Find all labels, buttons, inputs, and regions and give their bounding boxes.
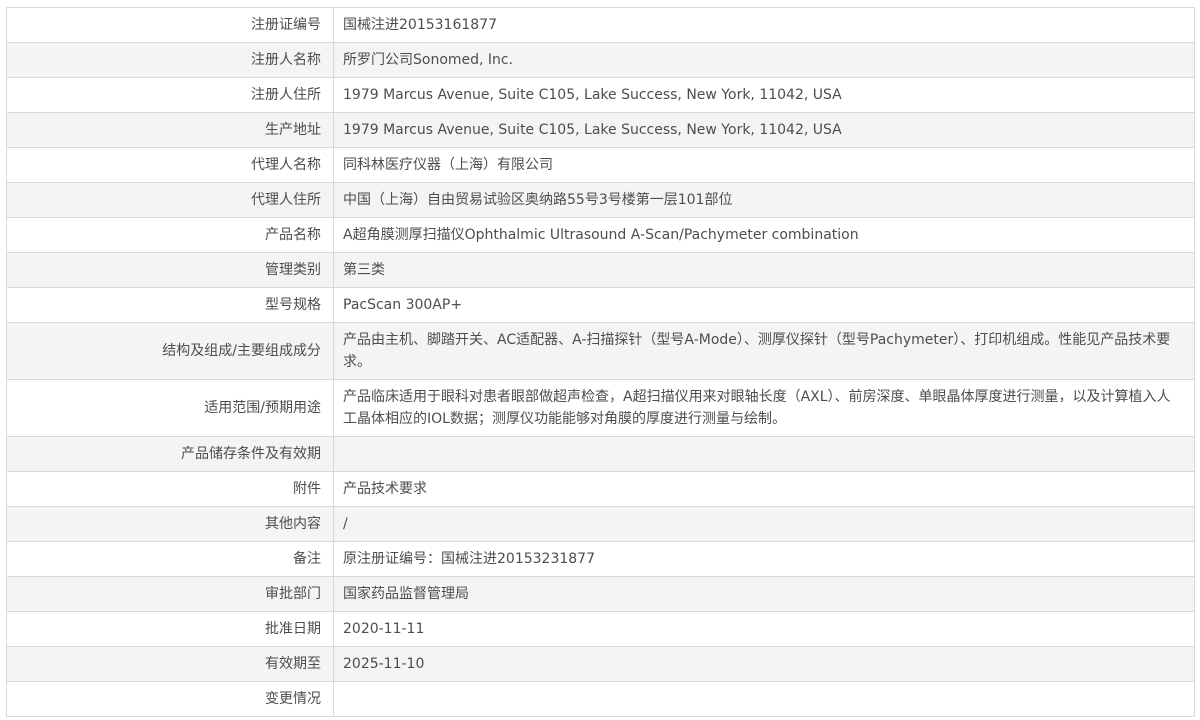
table-row: 注册证编号 国械注进20153161877 (6, 7, 1195, 43)
field-value: 1979 Marcus Avenue, Suite C105, Lake Suc… (333, 77, 1195, 113)
field-label: 型号规格 (6, 287, 334, 323)
table-row: 结构及组成/主要组成成分 产品由主机、脚踏开关、AC适配器、A-扫描探针（型号A… (6, 322, 1195, 380)
table-row: 代理人名称 同科林医疗仪器（上海）有限公司 (6, 147, 1195, 183)
field-value: 产品临床适用于眼科对患者眼部做超声检查，A超扫描仪用来对眼轴长度（AXL）、前房… (333, 379, 1195, 437)
registration-table-body: 注册证编号 国械注进20153161877 注册人名称 所罗门公司Sonomed… (6, 7, 1195, 717)
field-label: 其他内容 (6, 506, 334, 542)
field-value: 2025-11-10 (333, 646, 1195, 682)
field-label: 注册证编号 (6, 7, 334, 43)
field-label: 代理人住所 (6, 182, 334, 218)
table-row: 管理类别 第三类 (6, 252, 1195, 288)
field-value: 产品技术要求 (333, 471, 1195, 507)
field-value: 中国（上海）自由贸易试验区奥纳路55号3号楼第一层101部位 (333, 182, 1195, 218)
table-row: 变更情况 (6, 681, 1195, 717)
field-value: 国家药品监督管理局 (333, 576, 1195, 612)
field-label: 备注 (6, 541, 334, 577)
table-row: 有效期至 2025-11-10 (6, 646, 1195, 682)
table-row: 注册人住所 1979 Marcus Avenue, Suite C105, La… (6, 77, 1195, 113)
field-value: 同科林医疗仪器（上海）有限公司 (333, 147, 1195, 183)
field-value: 原注册证编号：国械注进20153231877 (333, 541, 1195, 577)
field-label: 生产地址 (6, 112, 334, 148)
field-value: 第三类 (333, 252, 1195, 288)
field-label: 有效期至 (6, 646, 334, 682)
field-label: 适用范围/预期用途 (6, 379, 334, 437)
table-row: 注册人名称 所罗门公司Sonomed, Inc. (6, 42, 1195, 78)
field-value: PacScan 300AP+ (333, 287, 1195, 323)
table-row: 代理人住所 中国（上海）自由贸易试验区奥纳路55号3号楼第一层101部位 (6, 182, 1195, 218)
field-value: 所罗门公司Sonomed, Inc. (333, 42, 1195, 78)
field-label: 产品名称 (6, 217, 334, 253)
field-label: 变更情况 (6, 681, 334, 717)
table-row: 审批部门 国家药品监督管理局 (6, 576, 1195, 612)
table-row: 型号规格 PacScan 300AP+ (6, 287, 1195, 323)
field-value: 产品由主机、脚踏开关、AC适配器、A-扫描探针（型号A-Mode）、测厚仪探针（… (333, 322, 1195, 380)
table-row: 备注 原注册证编号：国械注进20153231877 (6, 541, 1195, 577)
table-row: 批准日期 2020-11-11 (6, 611, 1195, 647)
field-label: 管理类别 (6, 252, 334, 288)
table-row: 产品储存条件及有效期 (6, 436, 1195, 472)
field-value: / (333, 506, 1195, 542)
field-label: 产品储存条件及有效期 (6, 436, 334, 472)
field-label: 注册人住所 (6, 77, 334, 113)
table-row: 产品名称 A超角膜测厚扫描仪Ophthalmic Ultrasound A-Sc… (6, 217, 1195, 253)
field-label: 代理人名称 (6, 147, 334, 183)
field-label: 审批部门 (6, 576, 334, 612)
table-row: 适用范围/预期用途 产品临床适用于眼科对患者眼部做超声检查，A超扫描仪用来对眼轴… (6, 379, 1195, 437)
table-row: 生产地址 1979 Marcus Avenue, Suite C105, Lak… (6, 112, 1195, 148)
field-value (333, 436, 1195, 472)
field-value: A超角膜测厚扫描仪Ophthalmic Ultrasound A-Scan/Pa… (333, 217, 1195, 253)
table-row: 其他内容 / (6, 506, 1195, 542)
field-label: 注册人名称 (6, 42, 334, 78)
registration-info-table: 注册证编号 国械注进20153161877 注册人名称 所罗门公司Sonomed… (6, 7, 1195, 717)
table-row: 附件 产品技术要求 (6, 471, 1195, 507)
field-label: 结构及组成/主要组成成分 (6, 322, 334, 380)
field-value: 2020-11-11 (333, 611, 1195, 647)
field-label: 批准日期 (6, 611, 334, 647)
field-value: 1979 Marcus Avenue, Suite C105, Lake Suc… (333, 112, 1195, 148)
field-label: 附件 (6, 471, 334, 507)
field-value: 国械注进20153161877 (343, 17, 497, 33)
field-value (333, 681, 1195, 717)
